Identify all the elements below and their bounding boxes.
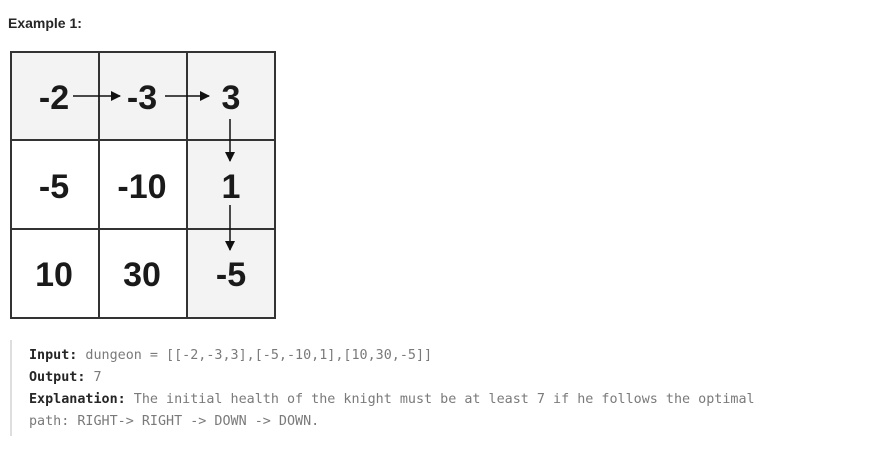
input-line: Input: dungeon = [[-2,-3,3],[-5,-10,1],[…	[29, 348, 432, 363]
explanation-line-2: path: RIGHT-> RIGHT -> DOWN -> DOWN.	[29, 414, 319, 429]
explanation-text-1: The initial health of the knight must be…	[125, 392, 755, 407]
cell-0-0: -2	[38, 79, 70, 117]
dungeon-grid: -2 -3 3 -5 -10 1 10 30 -5	[10, 51, 276, 319]
explanation-label: Explanation:	[29, 392, 126, 407]
cell-1-1: -10	[117, 168, 167, 206]
cell-0-2: 3	[221, 79, 241, 117]
cell-0-1: -3	[126, 79, 158, 117]
input-value: dungeon = [[-2,-3,3],[-5,-10,1],[10,30,-…	[77, 348, 433, 363]
output-label: Output:	[29, 370, 86, 385]
input-label: Input:	[29, 348, 78, 363]
cell-2-2: -5	[215, 256, 247, 294]
cell-2-0: 10	[35, 256, 73, 294]
example-code-block: Input: dungeon = [[-2,-3,3],[-5,-10,1],[…	[10, 340, 876, 436]
output-line: Output: 7	[29, 370, 102, 385]
explanation-line: Explanation: The initial health of the k…	[29, 392, 755, 407]
example-heading: Example 1:	[8, 15, 82, 31]
output-value: 7	[85, 370, 102, 385]
cell-1-2: 1	[221, 168, 241, 206]
explanation-text-2: path: RIGHT-> RIGHT -> DOWN -> DOWN.	[29, 414, 320, 429]
cell-1-0: -5	[38, 168, 70, 206]
cell-2-1: 30	[123, 256, 161, 294]
